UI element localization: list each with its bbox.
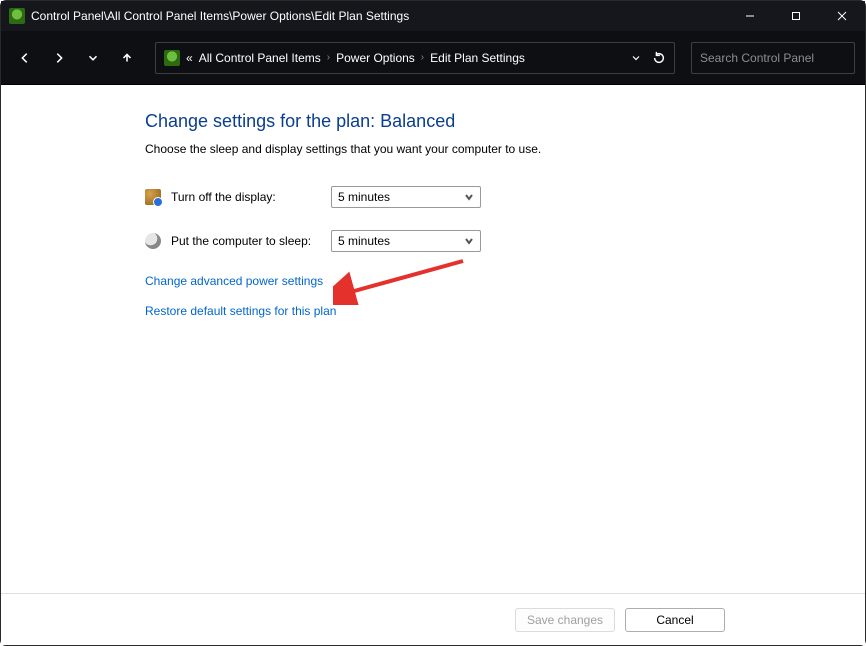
window-title: Control Panel\All Control Panel Items\Po… (31, 9, 409, 23)
sleep-timeout-label: Put the computer to sleep: (171, 234, 331, 248)
breadcrumb-item[interactable]: All Control Panel Items (199, 51, 321, 65)
address-bar[interactable]: « All Control Panel Items › Power Option… (155, 42, 675, 74)
breadcrumb-item[interactable]: Edit Plan Settings (430, 51, 525, 65)
page-subheading: Choose the sleep and display settings th… (145, 142, 865, 156)
refresh-icon[interactable] (652, 51, 666, 65)
recent-locations-button[interactable] (79, 44, 107, 72)
chevron-right-icon: › (327, 52, 330, 63)
navbar: « All Control Panel Items › Power Option… (1, 31, 865, 85)
display-timeout-row: Turn off the display: 5 minutes (145, 186, 865, 208)
sleep-timeout-select[interactable]: 5 minutes (331, 230, 481, 252)
sleep-icon (145, 233, 161, 249)
search-box[interactable] (691, 42, 855, 74)
sleep-timeout-value: 5 minutes (338, 234, 390, 248)
display-timeout-label: Turn off the display: (171, 190, 331, 204)
titlebar: Control Panel\All Control Panel Items\Po… (1, 1, 865, 31)
chevron-down-icon (464, 236, 474, 246)
cancel-button[interactable]: Cancel (625, 608, 725, 632)
display-icon (145, 189, 161, 205)
minimize-button[interactable] (727, 1, 773, 31)
chevron-right-icon: › (421, 52, 424, 63)
save-changes-button: Save changes (515, 608, 615, 632)
advanced-power-settings-link[interactable]: Change advanced power settings (145, 274, 865, 288)
control-panel-icon (9, 8, 25, 24)
display-timeout-select[interactable]: 5 minutes (331, 186, 481, 208)
control-panel-icon (164, 50, 180, 66)
search-input[interactable] (700, 51, 855, 65)
maximize-button[interactable] (773, 1, 819, 31)
forward-button[interactable] (45, 44, 73, 72)
restore-defaults-link[interactable]: Restore default settings for this plan (145, 304, 865, 318)
breadcrumb-prefix: « (186, 51, 193, 65)
up-button[interactable] (113, 44, 141, 72)
content: Change settings for the plan: Balanced C… (1, 85, 865, 593)
display-timeout-value: 5 minutes (338, 190, 390, 204)
chevron-down-icon (464, 192, 474, 202)
back-button[interactable] (11, 44, 39, 72)
close-button[interactable] (819, 1, 865, 31)
breadcrumb-item[interactable]: Power Options (336, 51, 415, 65)
page-heading: Change settings for the plan: Balanced (145, 111, 865, 132)
sleep-timeout-row: Put the computer to sleep: 5 minutes (145, 230, 865, 252)
footer: Save changes Cancel (1, 593, 865, 645)
chevron-down-icon[interactable] (630, 52, 642, 64)
